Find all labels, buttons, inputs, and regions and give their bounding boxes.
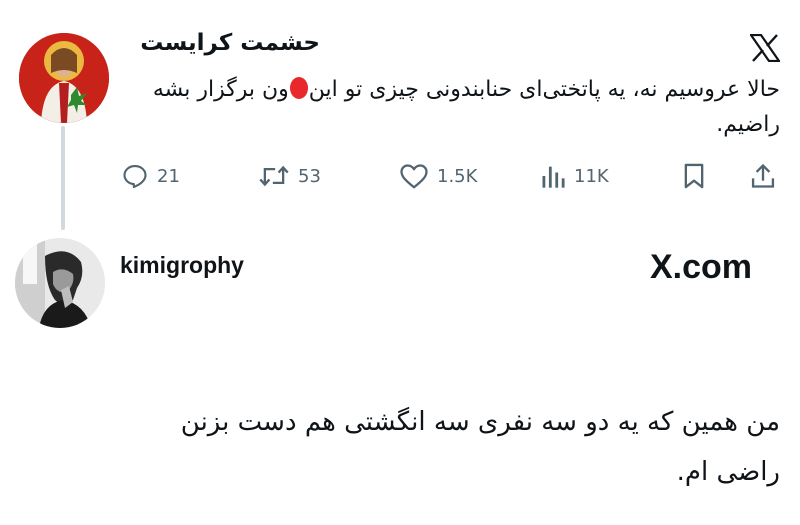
reply-count: 21: [157, 165, 180, 187]
tweet-text: حالا عروسیم نه، یه پاتختی‌ای حنابندونی چ…: [120, 72, 780, 142]
bookmark-button[interactable]: [682, 162, 706, 190]
reply-author-display-name[interactable]: kimigrophy: [120, 252, 244, 279]
heart-icon: [400, 164, 428, 189]
like-count: 1.5K: [437, 165, 478, 187]
reply-tweet-line-1: من همین که یه دو سه نفری سه انگشتی هم دس…: [180, 407, 780, 437]
x-logo-icon: [748, 33, 782, 63]
repost-count: 53: [298, 165, 321, 187]
repost-button[interactable]: 53: [258, 162, 321, 190]
views-count: 11K: [574, 165, 609, 187]
avatar-image: [15, 238, 105, 328]
repost-arrows-icon: [259, 165, 289, 187]
reply-tweet-text: من همین که یه دو سه نفری سه انگشتی هم دس…: [40, 397, 780, 497]
reply-button[interactable]: 21: [121, 162, 180, 190]
bookmark-icon: [684, 163, 704, 189]
thread-connector-line: [61, 126, 65, 230]
author-avatar[interactable]: [19, 33, 109, 123]
x-com-watermark: X.com: [650, 248, 753, 286]
author-display-name[interactable]: حشمت کرایست: [140, 30, 320, 56]
like-button[interactable]: 1.5K: [399, 162, 477, 190]
bar-chart-icon: [542, 166, 565, 188]
speech-bubble-icon: [123, 165, 147, 189]
share-button[interactable]: [750, 162, 776, 190]
share-upload-icon: [751, 163, 775, 188]
avatar-image: [19, 33, 109, 123]
tweet-text-part-1: حالا عروسیم نه، یه پاتختی‌ای حنابندونی چ…: [308, 77, 780, 102]
reply-author-avatar[interactable]: [15, 238, 105, 328]
red-circle-emoji-icon: [289, 77, 308, 99]
views-button[interactable]: 11K: [540, 162, 609, 190]
reply-tweet-line-2: راضی ام.: [676, 457, 780, 487]
